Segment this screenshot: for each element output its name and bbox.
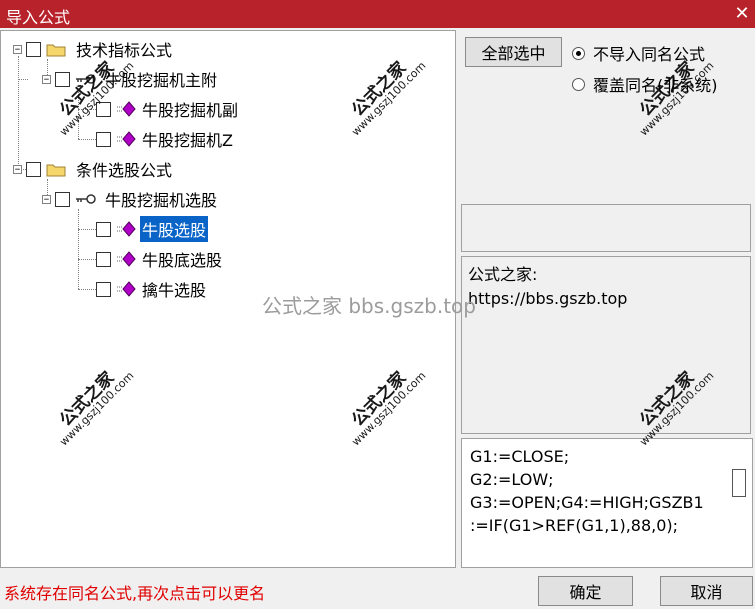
tree-item-label: 擒牛选股: [142, 281, 207, 300]
collapse-icon[interactable]: −: [42, 194, 51, 204]
formula-gem-icon: [117, 251, 136, 267]
tree-group-screening[interactable]: − 条件选股公式: [13, 157, 174, 181]
status-message: 系统存在同名公式,再次点击可以更名: [4, 584, 266, 603]
checkbox[interactable]: [26, 161, 41, 177]
option-overwrite-same-name[interactable]: 覆盖同名(非系统): [572, 72, 718, 96]
select-all-button[interactable]: 全部选中: [465, 37, 562, 67]
collapse-icon[interactable]: −: [13, 164, 22, 174]
tree-node-label: 牛股挖掘机主附: [105, 71, 218, 90]
formula-code-view[interactable]: G1:=CLOSE; G2:=LOW; G3:=OPEN;G4:=HIGH;GS…: [461, 438, 753, 568]
scrollbar-thumb[interactable]: [732, 469, 746, 497]
folder-icon: [46, 44, 66, 56]
tree-node-label: 牛股挖掘机选股: [105, 191, 218, 210]
tree-item-label: 牛股挖掘机Z: [142, 131, 233, 150]
tree-node-screening-main[interactable]: − 牛股挖掘机选股: [42, 187, 219, 211]
tree-node-indicator-main[interactable]: − 牛股挖掘机主附: [42, 67, 219, 91]
checkbox[interactable]: [96, 251, 111, 267]
option-label: 覆盖同名(非系统): [593, 76, 718, 95]
code-line: :=IF(G1>REF(G1,1),88,0);: [470, 516, 679, 535]
tree-item[interactable]: 擒牛选股: [96, 277, 208, 301]
radio-button[interactable]: [572, 46, 585, 60]
code-line: G2:=LOW;: [470, 470, 554, 489]
collapse-icon[interactable]: −: [42, 74, 51, 84]
window-title: 导入公式: [6, 8, 71, 27]
tree-item[interactable]: 牛股挖掘机副: [96, 97, 240, 121]
tree-group-indicators[interactable]: − 技术指标公式: [13, 37, 174, 61]
info-line: 公式之家:: [468, 265, 538, 284]
formula-gem-icon: [117, 101, 136, 117]
tree-item-label: 牛股挖掘机副: [142, 101, 239, 120]
code-line: G1:=CLOSE;: [470, 447, 570, 466]
checkbox[interactable]: [96, 281, 111, 297]
title-bar: 导入公式 ✕: [0, 0, 755, 28]
formula-gem-icon: [117, 221, 136, 237]
cancel-button[interactable]: 取消: [660, 576, 753, 606]
checkbox[interactable]: [96, 101, 111, 117]
watermark-text: 公式之家 bbs.gszb.top: [262, 294, 476, 318]
formula-gem-icon: [117, 131, 136, 147]
option-no-import-same-name[interactable]: 不导入同名公式: [572, 41, 705, 65]
checkbox[interactable]: [55, 71, 70, 87]
tree-item[interactable]: 牛股底选股: [96, 247, 224, 271]
checkbox[interactable]: [55, 191, 70, 207]
tree-group-label: 技术指标公式: [76, 41, 173, 60]
close-icon[interactable]: ✕: [731, 3, 753, 25]
tree-item[interactable]: 牛股挖掘机Z: [96, 127, 235, 151]
ok-button[interactable]: 确定: [538, 576, 633, 606]
checkbox[interactable]: [96, 131, 111, 147]
tree-item-label: 牛股选股: [140, 216, 209, 242]
checkbox[interactable]: [26, 41, 41, 57]
tree-item-selected[interactable]: 牛股选股: [96, 216, 209, 242]
radio-button[interactable]: [572, 77, 585, 91]
checkbox[interactable]: [96, 221, 111, 237]
key-icon: [76, 194, 96, 204]
code-line: G3:=OPEN;G4:=HIGH;GSZB1: [470, 493, 704, 512]
key-icon: [76, 74, 96, 84]
info-panel: 公式之家: https://bbs.gszb.top: [461, 256, 751, 434]
tree-group-label: 条件选股公式: [76, 161, 173, 180]
description-field[interactable]: [461, 204, 751, 252]
tree-item-label: 牛股底选股: [142, 251, 223, 270]
collapse-icon[interactable]: −: [13, 44, 22, 54]
folder-icon: [46, 164, 66, 176]
info-url: https://bbs.gszb.top: [468, 289, 628, 308]
formula-gem-icon: [117, 281, 136, 297]
option-label: 不导入同名公式: [593, 45, 706, 64]
